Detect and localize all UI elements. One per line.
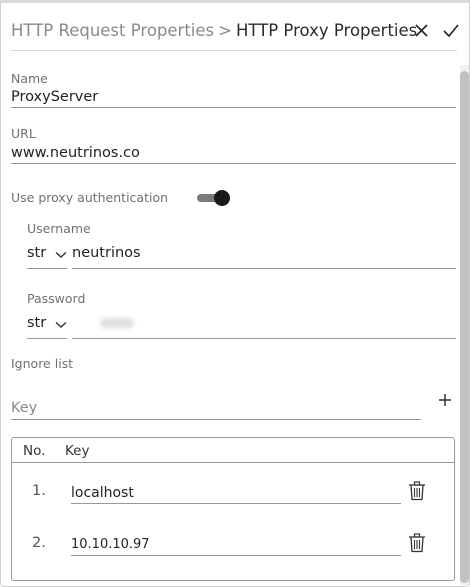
check-icon [443, 24, 459, 38]
panel-header: HTTP Request Properties > HTTP Proxy Prope… [1, 3, 469, 49]
delete-row-button[interactable] [408, 533, 426, 553]
confirm-button[interactable] [440, 19, 462, 41]
proxy-auth-label: Use proxy authentication [11, 190, 169, 205]
username-type-underline [27, 268, 67, 269]
row-key-underline [71, 503, 401, 504]
trash-icon [409, 481, 425, 501]
http-proxy-properties-panel: HTTP Request Properties > HTTP Proxy Prope… [0, 0, 470, 587]
name-field[interactable]: ProxyServer [11, 89, 98, 105]
delete-row-button[interactable] [408, 481, 426, 501]
proxy-auth-toggle[interactable] [197, 189, 231, 207]
row-key-underline [71, 555, 401, 556]
password-label: Password [27, 291, 86, 306]
password-field-masked-value[interactable] [100, 318, 134, 328]
chevron-down-icon [55, 321, 67, 328]
password-field-underline [72, 338, 456, 339]
close-button[interactable] [411, 19, 433, 41]
breadcrumb-separator: > [218, 21, 232, 40]
breadcrumb-current: HTTP Proxy Properties [235, 21, 418, 40]
ignore-key-underline [11, 419, 421, 420]
ignore-list-table: No. Key 1. localhost 2. 10.10.10.97 [11, 437, 455, 581]
table-header: No. Key [12, 438, 454, 463]
chevron-down-icon [55, 251, 67, 258]
column-header-key: Key [65, 443, 90, 459]
scrollbar-thumb[interactable] [460, 71, 469, 583]
password-type-underline [27, 338, 67, 339]
row-number: 2. [32, 535, 46, 551]
ignore-key-input[interactable]: Key [11, 400, 37, 416]
url-field[interactable]: www.neutrinos.co [11, 145, 140, 161]
url-field-underline [11, 163, 456, 164]
username-label: Username [27, 221, 91, 236]
name-field-underline [11, 107, 456, 108]
toggle-thumb [214, 190, 230, 206]
name-label: Name [11, 71, 48, 86]
username-type-value: str [27, 245, 47, 261]
header-divider [11, 50, 457, 51]
breadcrumb-parent-link[interactable]: HTTP Request Properties [11, 21, 214, 40]
column-header-no: No. [23, 443, 46, 459]
breadcrumb: HTTP Request Properties > HTTP Proxy Prope… [11, 21, 417, 40]
username-field[interactable]: neutrinos [72, 245, 141, 261]
password-type-select[interactable]: str [27, 312, 69, 336]
close-icon [415, 24, 428, 37]
row-key-field[interactable]: localhost [71, 485, 134, 501]
plus-icon [439, 394, 451, 406]
password-type-value: str [27, 315, 47, 331]
url-label: URL [11, 126, 36, 141]
ignore-list-label: Ignore list [11, 356, 74, 371]
username-field-underline [72, 268, 456, 269]
add-ignore-key-button[interactable] [436, 391, 454, 409]
row-key-field[interactable]: 10.10.10.97 [71, 537, 150, 552]
trash-icon [409, 533, 425, 553]
row-number: 1. [32, 483, 46, 499]
username-type-select[interactable]: str [27, 242, 69, 266]
